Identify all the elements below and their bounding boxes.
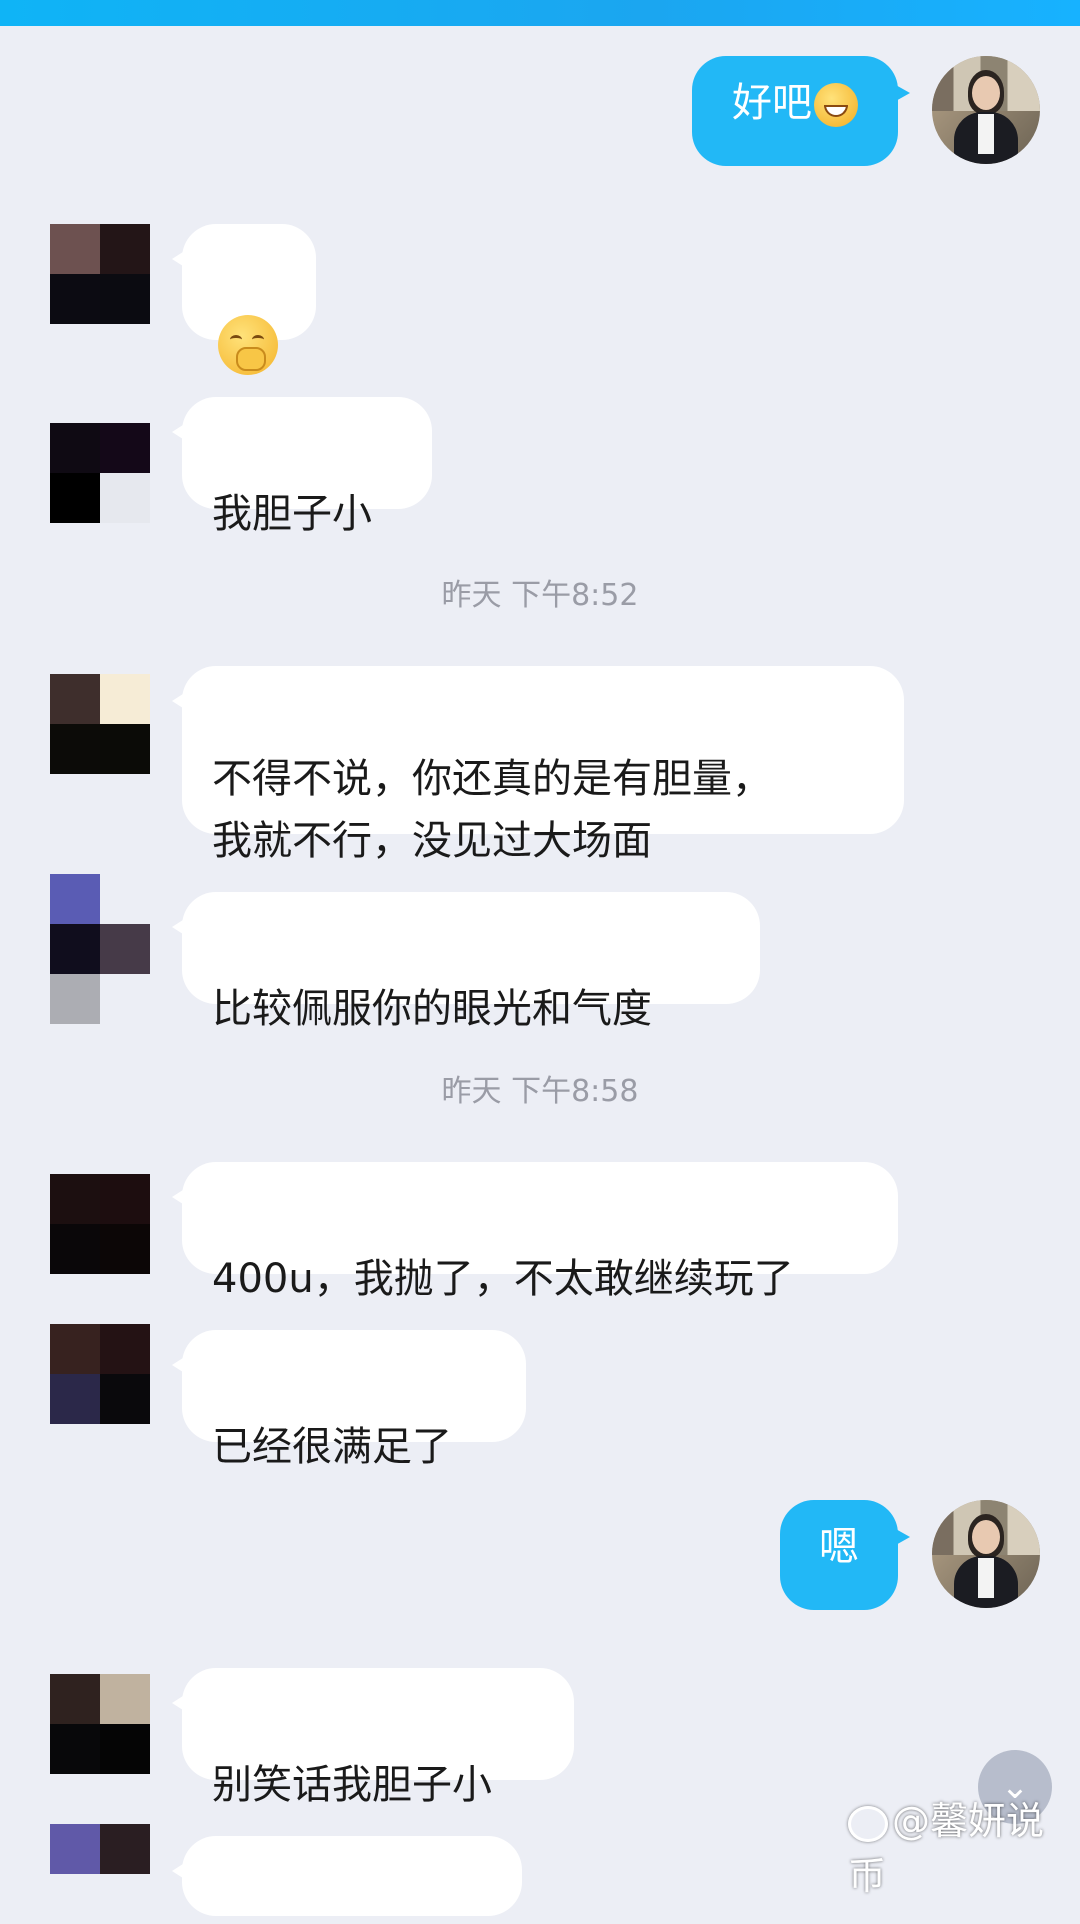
incoming-message[interactable]: 比较佩服你的眼光和气度	[172, 892, 760, 1032]
laughing-tears-emoji-icon	[814, 83, 858, 127]
message-text: 别笑话我胆子小	[212, 1762, 492, 1808]
incoming-message[interactable]: 我胆子小	[172, 397, 432, 537]
incoming-message[interactable]: 别笑话我胆子小	[172, 1668, 574, 1808]
watermark-logo-icon	[848, 1805, 888, 1842]
contact-avatar[interactable]	[50, 1824, 150, 1924]
self-avatar[interactable]	[932, 1500, 1040, 1608]
message-text: 不得不说，你还真的是有胆量， 我就不行，没见过大场面	[212, 756, 772, 864]
contact-avatar[interactable]	[50, 1324, 150, 1424]
message-text: 比较佩服你的眼光和气度	[212, 986, 652, 1032]
contact-avatar[interactable]	[50, 224, 150, 324]
incoming-message[interactable]: 已经很满足了	[172, 1330, 526, 1470]
contact-avatar[interactable]	[50, 1674, 150, 1774]
watermark: @馨妍说币	[848, 1790, 1080, 1900]
timestamp: 昨天 下午8:58	[441, 1074, 639, 1109]
message-text: 已经很满足了	[212, 1424, 452, 1470]
title-bar	[0, 0, 1080, 26]
contact-avatar[interactable]	[50, 1174, 150, 1274]
incoming-message[interactable]: 不得不说，你还真的是有胆量， 我就不行，没见过大场面	[172, 666, 904, 864]
contact-avatar[interactable]	[50, 674, 150, 774]
message-text: 400u，我抛了，不太敢继续玩了	[212, 1256, 794, 1302]
incoming-message[interactable]: 400u，我抛了，不太敢继续玩了	[172, 1162, 898, 1302]
hand-over-mouth-emoji-icon	[218, 315, 278, 375]
incoming-message[interactable]	[172, 224, 316, 375]
outgoing-message[interactable]: 嗯	[780, 1500, 910, 1610]
outgoing-message[interactable]: 好吧	[692, 56, 910, 166]
incoming-message[interactable]	[172, 1836, 522, 1916]
contact-avatar[interactable]	[50, 423, 150, 523]
timestamp: 昨天 下午8:52	[441, 578, 639, 613]
message-text: 好吧	[732, 80, 812, 126]
contact-avatar[interactable]	[50, 874, 150, 1024]
message-text: 我胆子小	[212, 491, 372, 537]
message-text: 嗯	[819, 1524, 859, 1570]
self-avatar[interactable]	[932, 56, 1040, 164]
